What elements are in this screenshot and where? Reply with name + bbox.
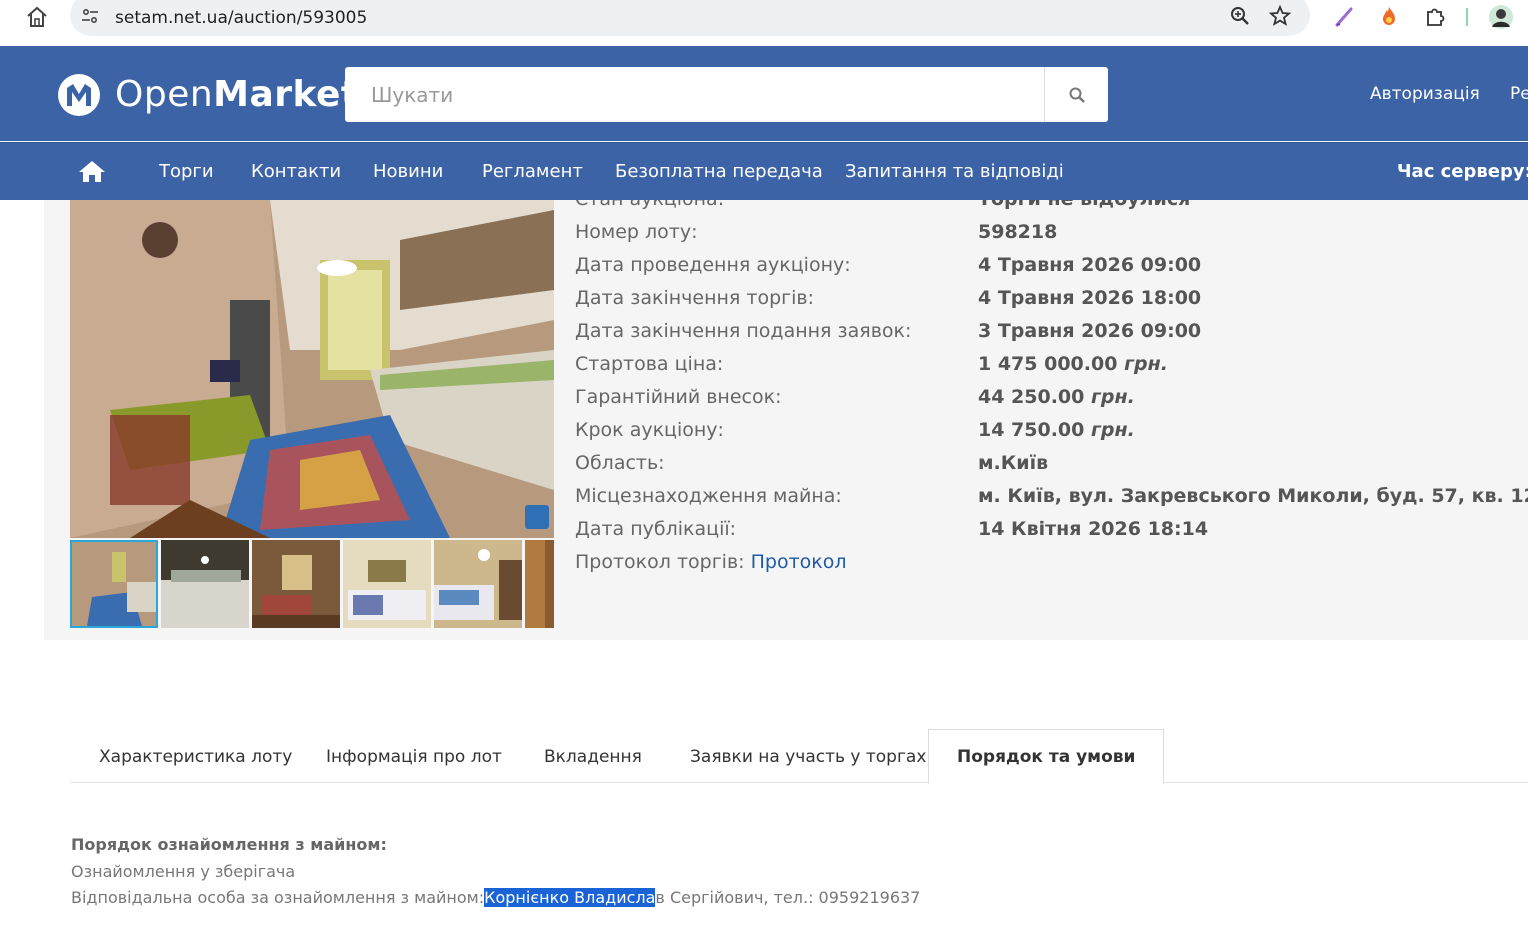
- pen-extension-icon[interactable]: [1332, 4, 1358, 30]
- info-label: Дата публікації:: [575, 518, 737, 540]
- responsible-label: Відповідальна особа за ознайомлення з ма…: [71, 888, 485, 907]
- info-value: 1 475 000.00 грн.: [978, 353, 1168, 375]
- info-label: Дата проведення аукціону:: [575, 254, 851, 276]
- openmarket-logo-icon[interactable]: [55, 72, 103, 118]
- search-button[interactable]: [1044, 67, 1108, 122]
- browser-home-icon[interactable]: [24, 6, 50, 28]
- info-value: м. Київ, вул. Закревського Миколи, буд. …: [978, 485, 1528, 507]
- info-value: 44 250.00 грн.: [978, 386, 1135, 408]
- thumbnail-3[interactable]: [252, 540, 340, 628]
- info-label: Область:: [575, 452, 665, 474]
- tab-lot-characteristics[interactable]: Характеристика лоту: [99, 747, 292, 767]
- search-box: [345, 67, 1108, 122]
- protocol-label: Протокол торгів:: [575, 551, 745, 573]
- profile-avatar[interactable]: [1488, 4, 1514, 30]
- nav-item-free-transfer[interactable]: Безоплатна передача: [615, 161, 823, 182]
- site-header: OpenMarket Авторизація Ре: [0, 46, 1528, 141]
- register-link[interactable]: Ре: [1510, 84, 1528, 104]
- main-nav-foreground: Торги Контакти Новини Регламент Безоплат…: [0, 142, 1528, 200]
- browser-toolbar: setam.net.ua/auction/593005: [0, 0, 1528, 46]
- thumbnail-4[interactable]: [343, 540, 431, 628]
- login-link[interactable]: Авторизація: [1370, 84, 1480, 104]
- info-label: Дата закінчення торгів:: [575, 287, 815, 309]
- info-label: Дата закінчення подання заявок:: [575, 320, 912, 342]
- info-label: Протокол торгів: Протокол: [575, 551, 847, 573]
- bookmark-star-icon[interactable]: [1268, 4, 1292, 28]
- server-time: Час серверу: 2: [1397, 161, 1528, 182]
- info-value: 14 750.00 грн.: [978, 419, 1135, 441]
- terms-line-responsible-person: Відповідальна особа за ознайомлення з ма…: [71, 888, 920, 907]
- info-label: Крок аукціону:: [575, 419, 724, 441]
- nav-item-auctions[interactable]: Торги: [159, 161, 214, 182]
- price-amount: 1 475 000.00: [978, 353, 1118, 375]
- terms-title: Порядок ознайомлення з майном:: [71, 835, 387, 854]
- toolbar-divider: [1466, 8, 1468, 26]
- info-value: 3 Травня 2026 09:00: [978, 320, 1202, 342]
- tab-terms-and-conditions[interactable]: Порядок та умови: [928, 729, 1165, 784]
- site-info-icon[interactable]: [80, 6, 100, 26]
- currency: грн.: [1091, 386, 1135, 408]
- logo-market-text: Market: [213, 74, 359, 115]
- fire-extension-icon[interactable]: [1376, 4, 1402, 30]
- protocol-link[interactable]: Протокол: [751, 551, 847, 573]
- currency: грн.: [1124, 353, 1168, 375]
- selected-text: Корнієнко Владисла: [484, 888, 656, 907]
- zoom-icon[interactable]: [1228, 4, 1252, 28]
- nav-item-faq[interactable]: Запитання та відповіді: [845, 161, 1064, 182]
- nav-item-contacts[interactable]: Контакти: [251, 161, 341, 182]
- info-label: Номер лоту:: [575, 221, 698, 243]
- tab-attachments[interactable]: Вкладення: [544, 747, 642, 767]
- search-input[interactable]: [345, 67, 1045, 122]
- lot-main-photo[interactable]: [70, 200, 554, 538]
- site-logo-text[interactable]: OpenMarket: [115, 74, 359, 115]
- lot-tabs: Характеристика лоту Інформація про лот В…: [70, 729, 1528, 784]
- search-icon: [1069, 87, 1085, 103]
- info-value: 14 Квітня 2026 18:14: [978, 518, 1209, 540]
- info-value: м.Київ: [978, 452, 1049, 474]
- nav-item-regulations[interactable]: Регламент: [482, 161, 583, 182]
- nav-item-news[interactable]: Новини: [373, 161, 443, 182]
- logo-open-text: Open: [115, 74, 214, 115]
- url-text[interactable]: setam.net.ua/auction/593005: [115, 8, 367, 28]
- price-amount: 14 750.00: [978, 419, 1085, 441]
- tab-lot-information[interactable]: Інформація про лот: [326, 747, 502, 767]
- currency: грн.: [1091, 419, 1135, 441]
- thumbnail-1[interactable]: [70, 540, 158, 628]
- responsible-details: в Сергійович, тел.: 0959219637: [655, 888, 921, 907]
- info-value: 4 Травня 2026 18:00: [978, 287, 1202, 309]
- info-label: Стартова ціна:: [575, 353, 724, 375]
- address-bar[interactable]: setam.net.ua/auction/593005: [70, 0, 1310, 36]
- thumbnail-6[interactable]: [525, 540, 554, 628]
- tab-bids[interactable]: Заявки на участь у торгах: [690, 747, 926, 767]
- extensions-puzzle-icon[interactable]: [1422, 4, 1448, 30]
- info-value: 4 Травня 2026 09:00: [978, 254, 1202, 276]
- terms-line-viewing: Ознайомлення у зберігача: [71, 862, 296, 881]
- info-label: Місцезнаходження майна:: [575, 485, 842, 507]
- info-label: Гарантійний внесок:: [575, 386, 782, 408]
- photo-thumbnails: [70, 540, 554, 628]
- info-value: 598218: [978, 221, 1058, 243]
- nav-home-icon[interactable]: [78, 159, 106, 183]
- thumbnail-2[interactable]: [161, 540, 249, 628]
- thumbnail-5[interactable]: [434, 540, 522, 628]
- price-amount: 44 250.00: [978, 386, 1085, 408]
